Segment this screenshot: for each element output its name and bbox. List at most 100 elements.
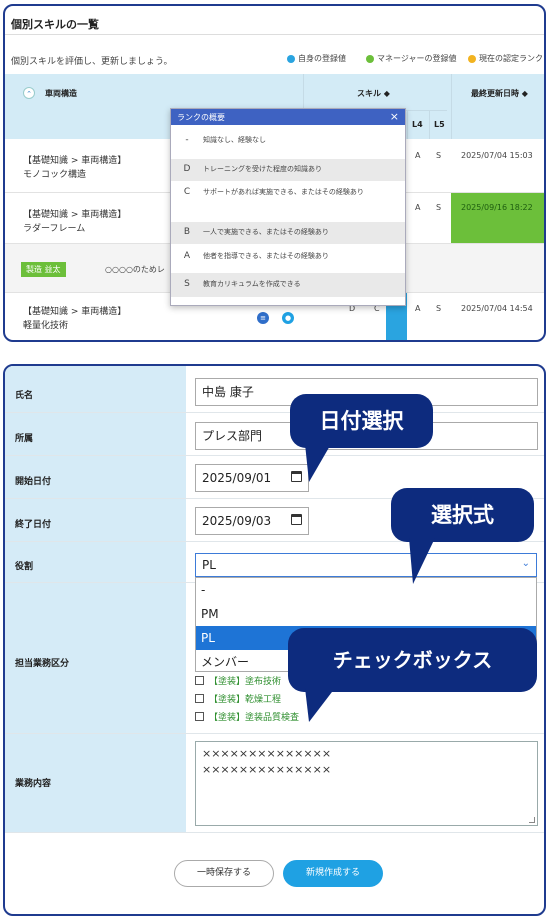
rank-row: S 教育カリキュラムを作成できる <box>171 273 405 297</box>
row-divider <box>5 412 544 413</box>
comment-text: ○○○○のためレ <box>105 265 165 274</box>
content-line: ×××××××××××××× <box>202 763 332 776</box>
rank-row: - 知識なし、経験なし <box>171 135 405 157</box>
rank-row: A 他者を指導できる、またはその経験あり <box>171 251 405 273</box>
legend-self: 自身の登録値 <box>287 53 346 64</box>
content-label: 業務内容 <box>15 779 52 789</box>
skill-list-subtitle: 個別スキルを評価し、更新しましょう。 <box>11 57 173 67</box>
label-cell: 役割 <box>5 542 186 582</box>
row2-l5[interactable]: S <box>436 203 441 212</box>
role-option[interactable]: - <box>196 578 536 602</box>
label-cell: 担当業務区分 <box>5 583 186 733</box>
label-cell: 所属 <box>5 413 186 455</box>
row2-skill: ラダーフレーム <box>23 224 86 234</box>
close-icon[interactable]: × <box>390 110 399 123</box>
checkbox[interactable] <box>195 712 204 721</box>
dept-label: 所属 <box>15 434 34 444</box>
area-checkbox-2[interactable]: 【塗装】乾燥工程 <box>195 692 281 705</box>
skill-list-title: 個別スキルの一覧 <box>11 18 99 31</box>
checkbox[interactable] <box>195 676 204 685</box>
row-divider <box>5 733 544 734</box>
content-line: ×××××××××××××× <box>202 747 332 760</box>
last-updated-sort-header[interactable]: 最終更新日時 ◆ <box>471 88 528 99</box>
legend-self-dot <box>287 54 295 63</box>
category-header: 車両構造 <box>45 89 77 98</box>
checkbox-label: 【塗装】乾燥工程 <box>209 695 282 705</box>
manager-tag: 製造 益太 <box>21 262 66 277</box>
callout-tail <box>305 688 335 722</box>
date-picker-callout: 日付選択 <box>290 394 433 448</box>
rank-row: B 一人で実施できる、またはその経験あり <box>171 222 405 244</box>
rank-desc: 教育カリキュラムを作成できる <box>203 280 301 288</box>
rank-desc: 知識なし、経験なし <box>203 136 266 144</box>
header-divider <box>429 110 430 139</box>
start-date-input[interactable]: 2025/09/01 <box>195 464 309 492</box>
header-divider <box>407 110 408 139</box>
row1-date: 2025/07/04 15:03 <box>461 151 533 160</box>
rank-desc: トレーニングを受けた程度の知識あり <box>203 165 322 173</box>
checkbox[interactable] <box>195 694 204 703</box>
row1-skill: モノコック構造 <box>23 170 87 180</box>
end-date-input[interactable]: 2025/09/03 <box>195 507 309 535</box>
area-label: 担当業務区分 <box>15 659 70 669</box>
legend-rank-label: 現在の認定ランク <box>479 54 543 63</box>
skill-sort-header[interactable]: スキル ◆ <box>357 88 390 99</box>
checkbox-label: 【塗装】塗装品質検査 <box>209 713 300 723</box>
name-label: 氏名 <box>15 391 34 401</box>
calendar-icon[interactable] <box>291 514 302 525</box>
row-divider <box>5 455 544 456</box>
save-draft-button[interactable]: 一時保存する <box>174 860 274 887</box>
calendar-icon[interactable] <box>291 471 302 482</box>
legend-self-label: 自身の登録値 <box>298 54 346 63</box>
create-button[interactable]: 新規作成する <box>283 860 383 887</box>
end-date-label: 終了日付 <box>15 520 52 530</box>
rank-key: A <box>183 251 191 261</box>
row-divider <box>5 832 544 833</box>
rank-icon[interactable]: ● <box>282 312 294 324</box>
rank-key: - <box>185 135 189 145</box>
label-cell: 氏名 <box>5 366 186 412</box>
popup-title: ランクの概要 <box>177 113 225 122</box>
area-checkbox-3[interactable]: 【塗装】塗装品質検査 <box>195 710 299 723</box>
skill-list-panel: 個別スキルの一覧 個別スキルを評価し、更新しましょう。 自身の登録値 マネージャ… <box>3 4 546 342</box>
start-date-value: 2025/09/01 <box>202 471 272 485</box>
row1-l5[interactable]: S <box>436 151 441 160</box>
chevron-down-icon[interactable]: ⌄ <box>522 558 530 569</box>
rank-desc: 他者を指導できる、またはその経験あり <box>203 252 329 260</box>
label-cell: 終了日付 <box>5 499 186 541</box>
popup-header: ランクの概要 × <box>171 109 405 125</box>
checkbox-label: 【塗装】塗布技術 <box>209 677 282 687</box>
content-textarea[interactable]: ×××××××××××××× ×××××××××××××× <box>195 741 538 826</box>
role-label: 役割 <box>15 562 34 572</box>
end-date-value: 2025/09/03 <box>202 514 272 528</box>
row3-l5[interactable]: S <box>436 304 441 313</box>
legend-manager: マネージャーの登録値 <box>366 53 456 64</box>
rank-desc: サポートがあれば実施できる、またはその経験あり <box>203 188 364 196</box>
legend-rank-dot <box>468 54 476 63</box>
header-divider <box>451 74 452 139</box>
rank-desc: 一人で実施できる、またはその経験あり <box>203 228 329 236</box>
label-cell: 業務内容 <box>5 734 186 832</box>
row3-l4[interactable]: A <box>415 304 420 313</box>
role-option[interactable]: PM <box>196 602 536 626</box>
l5-header: L5 <box>434 120 445 129</box>
row1-l4[interactable]: A <box>415 151 420 160</box>
collapse-icon[interactable]: ⌃ <box>23 87 35 99</box>
legend-rank: 現在の認定ランク <box>468 53 543 64</box>
rank-key: C <box>183 187 191 197</box>
role-select[interactable]: PL ⌄ <box>195 553 537 577</box>
legend-manager-label: マネージャーの登録値 <box>377 54 457 63</box>
row1-category: 【基礎知識 > 車両構造】 <box>23 156 127 166</box>
row2-l4[interactable]: A <box>415 203 420 212</box>
comment-icon[interactable]: ≡ <box>257 312 269 324</box>
area-checkbox-1[interactable]: 【塗装】塗布技術 <box>195 674 281 687</box>
rank-row: D トレーニングを受けた程度の知識あり <box>171 159 405 181</box>
checkbox-callout: チェックボックス <box>288 628 537 692</box>
row3-skill: 軽量化技術 <box>23 321 69 331</box>
start-date-label: 開始日付 <box>15 477 52 487</box>
row2-category: 【基礎知識 > 車両構造】 <box>23 210 127 220</box>
resize-handle[interactable] <box>529 817 535 823</box>
assignment-form-panel: 氏名 所属 開始日付 終了日付 役割 担当業務区分 業務内容 中島 康子 プレス… <box>3 364 546 916</box>
legend-manager-dot <box>366 54 374 63</box>
row3-date: 2025/07/04 14:54 <box>461 304 533 313</box>
